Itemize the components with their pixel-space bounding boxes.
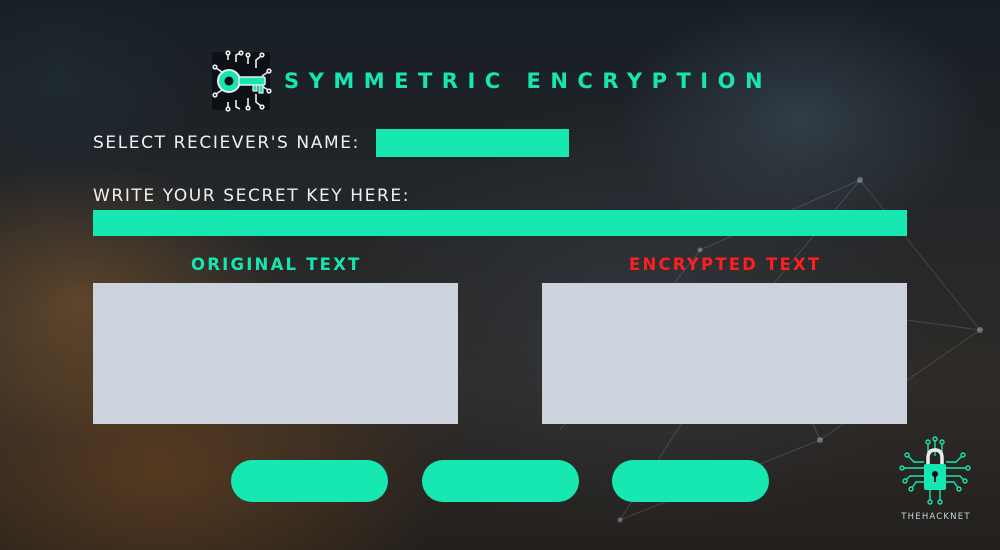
action-button-3[interactable] xyxy=(612,460,769,502)
action-button-1[interactable] xyxy=(231,460,388,502)
receiver-name-field[interactable] xyxy=(376,129,569,157)
secret-key-field[interactable] xyxy=(93,210,907,236)
key-circuit-icon xyxy=(212,50,272,112)
original-text-area[interactable] xyxy=(93,283,458,424)
brand-logo: THEHACKNET xyxy=(896,436,976,528)
secret-key-label: WRITE YOUR SECRET KEY HERE: xyxy=(93,186,411,206)
encrypted-text-area[interactable] xyxy=(542,283,907,424)
action-button-2[interactable] xyxy=(422,460,579,502)
brand-name: THEHACKNET xyxy=(901,512,971,522)
encrypted-text-label: ENCRYPTED TEXT xyxy=(629,255,822,274)
original-text-label: ORIGINAL TEXT xyxy=(191,255,362,274)
receiver-name-label: SELECT RECIEVER'S NAME: xyxy=(93,133,360,153)
page-title: SYMMETRIC ENCRYPTION xyxy=(284,69,773,93)
padlock-circuit-icon xyxy=(899,436,971,505)
page-header: SYMMETRIC ENCRYPTION xyxy=(210,50,772,112)
